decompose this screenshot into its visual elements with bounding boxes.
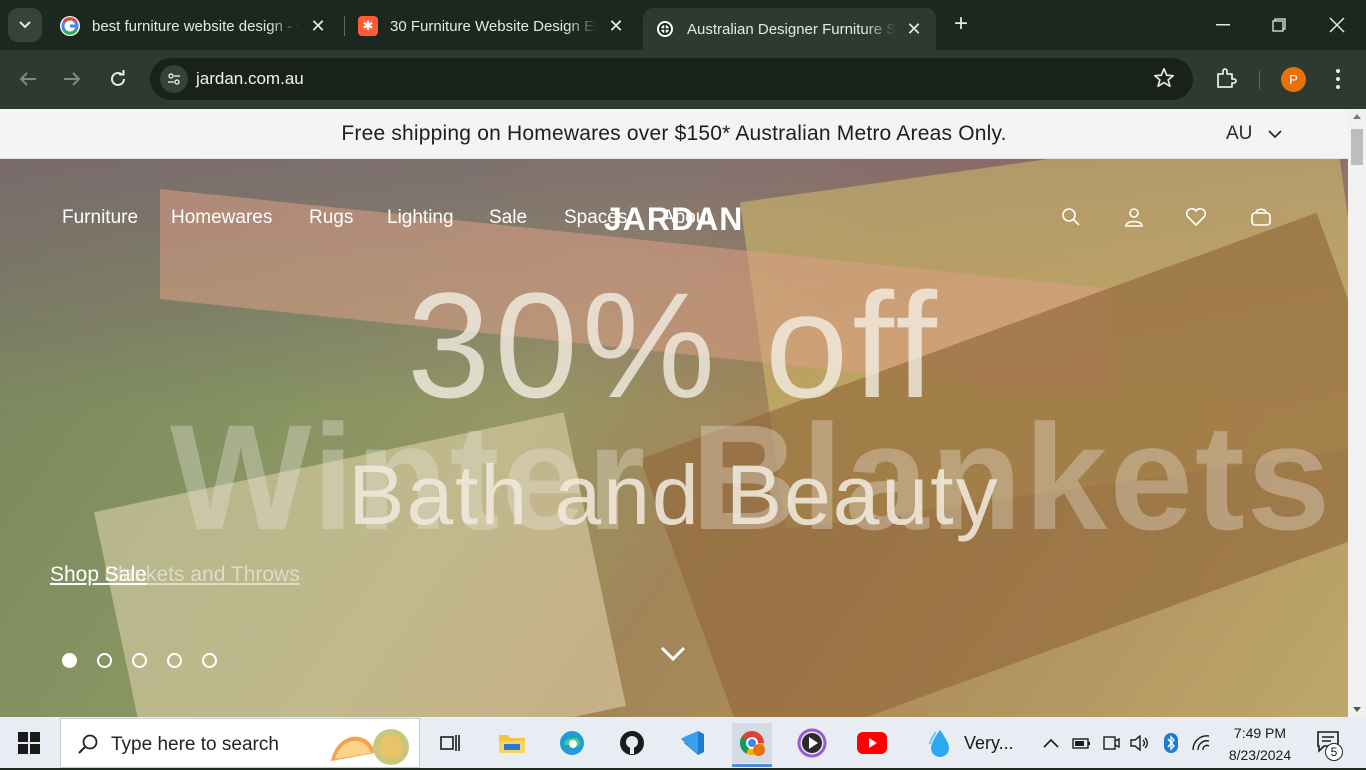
- forward-button[interactable]: [57, 64, 87, 94]
- tab-hubspot[interactable]: ✱ 30 Furniture Website Design Examples ✕: [346, 8, 638, 44]
- tab-google-search[interactable]: best furniture website design - Google S…: [48, 8, 340, 44]
- reload-icon: [111, 70, 125, 86]
- nav-homewares[interactable]: Homewares: [171, 207, 272, 229]
- chrome-icon[interactable]: [732, 723, 772, 767]
- tab-title: 30 Furniture Website Design Examples: [390, 17, 598, 35]
- browser-toolbar: jardan.com.au P: [0, 50, 1366, 109]
- toolbar-separator: [1259, 71, 1260, 89]
- slide-pagination: [62, 653, 217, 668]
- scroll-down-chevron-icon[interactable]: [660, 646, 686, 664]
- page-viewport: Free shipping on Homewares over $150* Au…: [0, 109, 1348, 717]
- taskbar-search-box[interactable]: Type here to search: [60, 718, 420, 768]
- hubspot-icon: ✱: [358, 16, 378, 36]
- volume-icon[interactable]: [1128, 732, 1150, 754]
- melon-search-highlight-icon: [329, 725, 419, 765]
- task-view-icon[interactable]: [430, 723, 470, 763]
- close-tab-icon[interactable]: ✕: [308, 16, 328, 37]
- profile-avatar[interactable]: P: [1281, 67, 1306, 92]
- bookmark-star-icon[interactable]: [1153, 67, 1177, 91]
- nav-furniture[interactable]: Furniture: [62, 207, 138, 229]
- search-placeholder: Type here to search: [111, 734, 279, 755]
- camera-icon[interactable]: [1100, 732, 1122, 754]
- hero-subheading: Bath and Beauty: [348, 448, 1000, 542]
- slide-dot-2[interactable]: [97, 653, 112, 668]
- chevron-down-icon: [19, 21, 31, 29]
- url-text[interactable]: jardan.com.au: [196, 69, 304, 89]
- cart-icon[interactable]: [1250, 207, 1272, 229]
- site-icon: [655, 19, 675, 39]
- notification-count-badge: 5: [1325, 743, 1343, 761]
- nav-sale[interactable]: Sale: [489, 207, 527, 229]
- region-label: AU: [1226, 123, 1253, 144]
- tab-search-button[interactable]: [8, 8, 42, 42]
- slide-dot-3[interactable]: [132, 653, 147, 668]
- file-explorer-icon[interactable]: [492, 723, 532, 763]
- scroll-up-arrow-icon[interactable]: [1353, 114, 1361, 119]
- show-hidden-icons-chevron-icon[interactable]: [1040, 732, 1062, 754]
- hero-banner: Furniture Homewares Rugs Lighting Sale S…: [0, 159, 1348, 717]
- page-scrollbar[interactable]: [1348, 109, 1366, 717]
- battery-icon[interactable]: [1070, 732, 1092, 754]
- edge-icon[interactable]: [552, 723, 592, 763]
- back-button[interactable]: [13, 64, 43, 94]
- announcement-bar: Free shipping on Homewares over $150* Au…: [0, 109, 1348, 159]
- github-icon[interactable]: [612, 723, 652, 763]
- tab-jardan-active[interactable]: Australian Designer Furniture Store ✕: [643, 8, 936, 50]
- scroll-down-arrow-icon[interactable]: [1353, 707, 1361, 712]
- youtube-icon[interactable]: [852, 723, 892, 763]
- clock-date: 8/23/2024: [1228, 747, 1292, 763]
- close-tab-icon[interactable]: ✕: [606, 16, 626, 37]
- browser-tab-strip: best furniture website design - Google S…: [0, 0, 1366, 50]
- announcement-text: Free shipping on Homewares over $150* Au…: [341, 122, 1007, 145]
- hero-headline: 30% off: [407, 261, 941, 429]
- close-tab-icon[interactable]: ✕: [904, 19, 924, 40]
- tab-title: Australian Designer Furniture Store: [687, 20, 896, 38]
- bluetooth-icon[interactable]: [1160, 732, 1182, 754]
- media-player-icon[interactable]: [792, 723, 832, 763]
- region-selector[interactable]: AU: [1226, 123, 1283, 145]
- weather-text[interactable]: Very...: [964, 733, 1014, 754]
- nav-rugs[interactable]: Rugs: [309, 207, 353, 229]
- weather-icon[interactable]: [920, 723, 960, 763]
- site-logo[interactable]: JARDAN: [604, 201, 743, 238]
- wifi-icon[interactable]: [1190, 732, 1212, 754]
- more-menu-icon[interactable]: [1328, 66, 1348, 92]
- close-window-icon[interactable]: [1322, 10, 1352, 40]
- reload-button[interactable]: [103, 64, 133, 94]
- wishlist-heart-icon[interactable]: [1185, 207, 1207, 229]
- slide-dot-1[interactable]: [62, 653, 77, 668]
- system-clock[interactable]: 7:49 PM 8/23/2024: [1220, 722, 1300, 766]
- arrow-right-icon: [64, 72, 81, 86]
- scrollbar-thumb[interactable]: [1351, 129, 1363, 165]
- tab-separator: [344, 16, 345, 36]
- chevron-down-icon: [1268, 129, 1283, 138]
- google-icon: [60, 16, 80, 36]
- vscode-icon[interactable]: [672, 723, 712, 763]
- shop-sale-link[interactable]: Shop Sale: [50, 563, 147, 587]
- nav-lighting[interactable]: Lighting: [387, 207, 454, 229]
- slide-dot-4[interactable]: [167, 653, 182, 668]
- search-icon: [77, 733, 99, 755]
- site-settings-icon[interactable]: [160, 65, 188, 93]
- new-tab-button[interactable]: +: [948, 12, 974, 38]
- arrow-left-icon: [19, 72, 36, 86]
- search-icon[interactable]: [1061, 207, 1083, 229]
- account-icon[interactable]: [1124, 207, 1146, 229]
- clock-time: 7:49 PM: [1233, 725, 1287, 741]
- minimize-window-icon[interactable]: [1208, 10, 1238, 40]
- tab-title: best furniture website design - Google S…: [92, 17, 300, 35]
- windows-start-icon[interactable]: [18, 732, 40, 754]
- address-bar[interactable]: jardan.com.au: [150, 58, 1193, 100]
- windows-taskbar: Type here to search Very... 7:49 PM 8/23…: [0, 717, 1366, 768]
- extensions-puzzle-icon[interactable]: [1214, 66, 1240, 92]
- slide-dot-5[interactable]: [202, 653, 217, 668]
- restore-window-icon[interactable]: [1264, 10, 1294, 40]
